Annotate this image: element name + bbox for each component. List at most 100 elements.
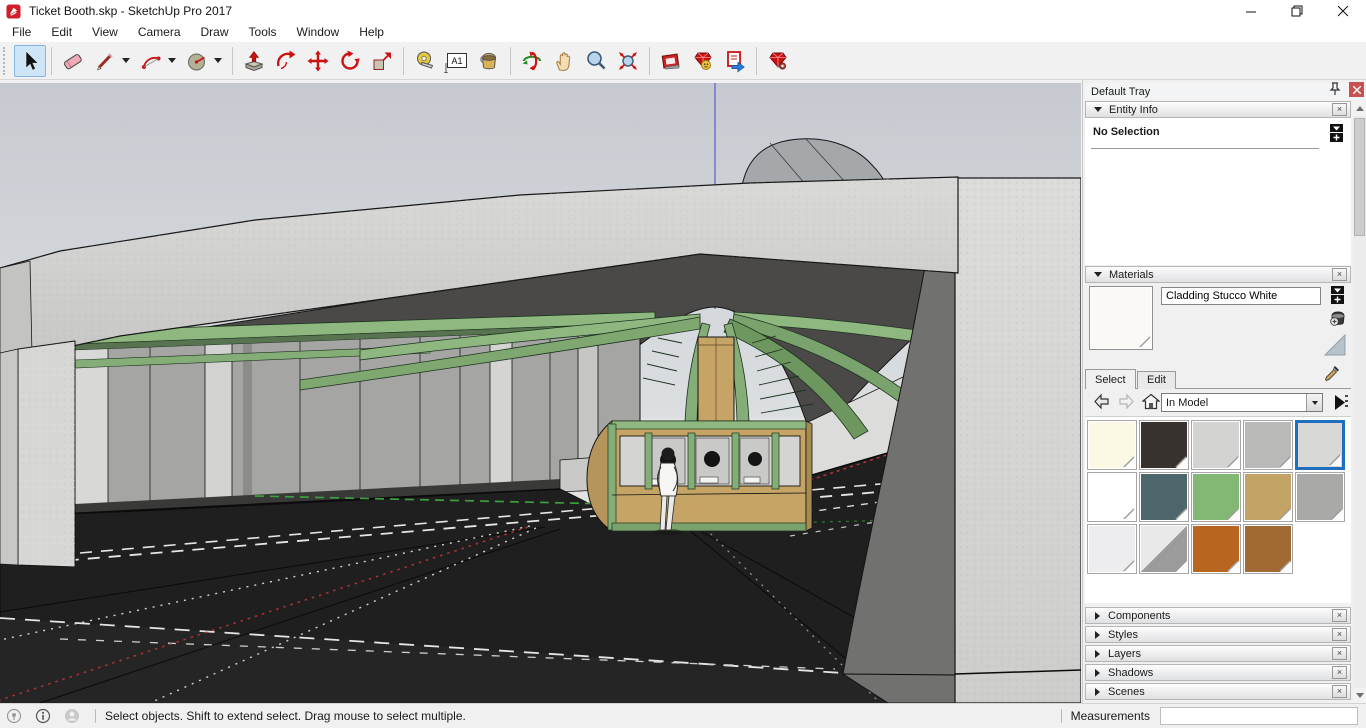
toggle-secondary-pane-icon[interactable] bbox=[1331, 286, 1344, 304]
tray-close-button[interactable] bbox=[1349, 82, 1364, 97]
scroll-up-button[interactable] bbox=[1353, 101, 1366, 116]
materials-header[interactable]: Materials × bbox=[1085, 266, 1351, 283]
dropdown-button[interactable] bbox=[1306, 394, 1322, 411]
swatch-concrete-light[interactable] bbox=[1191, 420, 1241, 470]
home-icon[interactable] bbox=[1142, 393, 1160, 410]
model-canvas[interactable] bbox=[0, 83, 1081, 703]
expand-arrow-icon[interactable] bbox=[1095, 650, 1100, 658]
swatch-off-white[interactable] bbox=[1087, 524, 1137, 574]
followme-tool-button[interactable] bbox=[270, 45, 302, 77]
collapse-arrow-icon[interactable] bbox=[1094, 107, 1102, 112]
menu-camera[interactable]: Camera bbox=[128, 23, 191, 41]
shadows-header[interactable]: Shadows × bbox=[1085, 664, 1351, 681]
components-close-button[interactable]: × bbox=[1332, 609, 1347, 622]
send-to-layout-button[interactable] bbox=[719, 45, 751, 77]
components-header[interactable]: Components × bbox=[1085, 607, 1351, 624]
arc-tool-dropdown[interactable] bbox=[168, 58, 176, 63]
swatch-white[interactable] bbox=[1087, 472, 1137, 522]
scrollbar-thumb[interactable] bbox=[1354, 118, 1365, 236]
swatch-slate-teal[interactable] bbox=[1139, 472, 1189, 522]
move-tool-button[interactable] bbox=[302, 45, 334, 77]
menu-file[interactable]: File bbox=[2, 23, 41, 41]
select-tool-button[interactable] bbox=[14, 45, 46, 77]
toggle-details-icon[interactable] bbox=[1330, 124, 1343, 142]
shadows-close-button[interactable]: × bbox=[1332, 666, 1347, 679]
menu-edit[interactable]: Edit bbox=[41, 23, 82, 41]
sign-in-avatar-icon[interactable] bbox=[64, 708, 80, 724]
eraser-tool-button[interactable] bbox=[57, 45, 89, 77]
ticket-booth[interactable] bbox=[587, 421, 812, 531]
shapes-tool-dropdown[interactable] bbox=[214, 58, 222, 63]
menu-help[interactable]: Help bbox=[349, 23, 394, 41]
expand-arrow-icon[interactable] bbox=[1095, 688, 1100, 696]
expand-arrow-icon[interactable] bbox=[1095, 612, 1100, 620]
zoom-extents-tool-button[interactable] bbox=[612, 45, 644, 77]
shapes-tool-button[interactable] bbox=[181, 45, 213, 77]
styles-header[interactable]: Styles × bbox=[1085, 626, 1351, 643]
pushpull-tool-button[interactable] bbox=[238, 45, 270, 77]
expand-arrow-icon[interactable] bbox=[1095, 631, 1100, 639]
paint-bucket-tool-button[interactable] bbox=[473, 45, 505, 77]
styles-close-button[interactable]: × bbox=[1332, 628, 1347, 641]
credits-info-icon[interactable] bbox=[35, 708, 51, 724]
layers-header[interactable]: Layers × bbox=[1085, 645, 1351, 662]
model-viewport[interactable] bbox=[0, 80, 1082, 703]
materials-close-button[interactable]: × bbox=[1332, 268, 1347, 281]
line-tool-dropdown[interactable] bbox=[122, 58, 130, 63]
material-name-input[interactable] bbox=[1161, 287, 1321, 305]
details-menu-icon[interactable] bbox=[1331, 393, 1349, 412]
create-material-icon[interactable] bbox=[1328, 308, 1348, 328]
scale-tool-button[interactable] bbox=[366, 45, 398, 77]
tab-edit[interactable]: Edit bbox=[1137, 371, 1176, 389]
pin-icon[interactable] bbox=[1329, 82, 1341, 96]
line-tool-button[interactable] bbox=[89, 45, 121, 77]
restore-button[interactable] bbox=[1274, 0, 1320, 22]
menu-draw[interactable]: Draw bbox=[191, 23, 239, 41]
swatch-grass-green[interactable] bbox=[1191, 472, 1241, 522]
swatch-metal-gray[interactable] bbox=[1243, 420, 1293, 470]
collapse-arrow-icon[interactable] bbox=[1094, 272, 1102, 277]
menu-window[interactable]: Window bbox=[287, 23, 350, 41]
close-button[interactable] bbox=[1320, 0, 1366, 22]
pan-tool-button[interactable] bbox=[548, 45, 580, 77]
menu-tools[interactable]: Tools bbox=[239, 23, 287, 41]
tab-select[interactable]: Select bbox=[1085, 369, 1136, 389]
zoom-tool-button[interactable] bbox=[580, 45, 612, 77]
sample-paint-eyedropper-icon[interactable] bbox=[1323, 364, 1341, 382]
tape-measure-tool-button[interactable] bbox=[409, 45, 441, 77]
minimize-button[interactable] bbox=[1228, 0, 1274, 22]
layers-close-button[interactable]: × bbox=[1332, 647, 1347, 660]
measurements-input[interactable] bbox=[1160, 707, 1358, 725]
swatch-default-material[interactable] bbox=[1139, 524, 1189, 574]
expand-arrow-icon[interactable] bbox=[1095, 669, 1100, 677]
geolocation-icon[interactable] bbox=[6, 708, 22, 724]
tray-scrollbar[interactable] bbox=[1353, 101, 1366, 703]
extension-warehouse-button[interactable] bbox=[687, 45, 719, 77]
scenes-close-button[interactable]: × bbox=[1332, 685, 1347, 698]
forward-arrow-icon[interactable] bbox=[1118, 393, 1135, 410]
scroll-down-button[interactable] bbox=[1353, 688, 1366, 703]
central-column[interactable] bbox=[698, 337, 734, 421]
swatch-concrete-gray[interactable] bbox=[1295, 472, 1345, 522]
scenes-header[interactable]: Scenes × bbox=[1085, 683, 1351, 700]
swatch-wood-planks[interactable] bbox=[1243, 524, 1293, 574]
rotate-tool-button[interactable] bbox=[334, 45, 366, 77]
orbit-tool-button[interactable] bbox=[516, 45, 548, 77]
arc-tool-button[interactable] bbox=[135, 45, 167, 77]
swatch-cream[interactable] bbox=[1087, 420, 1137, 470]
swatch-asphalt-dark[interactable] bbox=[1139, 420, 1189, 470]
menu-view[interactable]: View bbox=[82, 23, 128, 41]
entity-info-close-button[interactable]: × bbox=[1332, 103, 1347, 116]
material-preview-swatch[interactable] bbox=[1089, 286, 1153, 350]
left-concrete-column[interactable] bbox=[0, 341, 75, 567]
toolbar-grip[interactable] bbox=[3, 47, 8, 75]
swatch-tan-khaki[interactable] bbox=[1243, 472, 1293, 522]
warehouse-3d-button[interactable] bbox=[655, 45, 687, 77]
entity-info-header[interactable]: Entity Info × bbox=[1085, 101, 1351, 118]
text-tool-button[interactable]: A1 bbox=[441, 45, 473, 77]
default-material-sample-icon[interactable] bbox=[1323, 333, 1347, 357]
swatch-cladding-stucco-white[interactable] bbox=[1295, 420, 1345, 470]
collection-dropdown[interactable]: In Model bbox=[1161, 393, 1323, 412]
extension-manager-button[interactable] bbox=[762, 45, 794, 77]
back-arrow-icon[interactable] bbox=[1093, 393, 1110, 410]
